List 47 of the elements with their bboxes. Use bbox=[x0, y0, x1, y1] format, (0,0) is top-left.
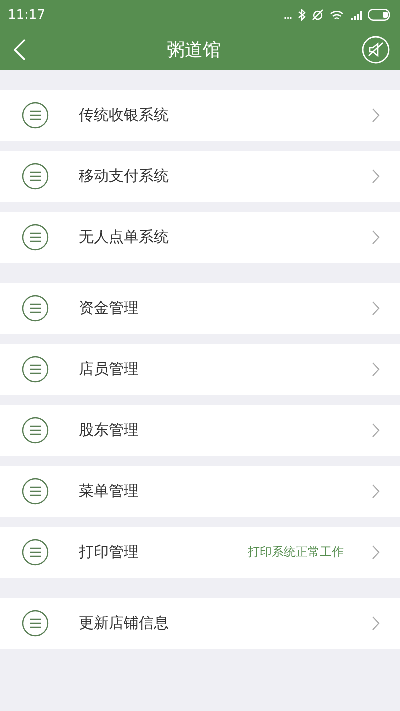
chevron-right-icon bbox=[372, 423, 380, 438]
menu-icon bbox=[22, 163, 49, 190]
menu-icon bbox=[22, 539, 49, 566]
menu-item[interactable]: 无人点单系统 bbox=[0, 212, 400, 263]
chevron-right-icon bbox=[372, 108, 380, 123]
menu-icon bbox=[22, 356, 49, 383]
menu-item[interactable]: 股东管理 bbox=[0, 405, 400, 456]
menu-label: 资金管理 bbox=[79, 299, 140, 318]
menu-label: 无人点单系统 bbox=[79, 228, 170, 247]
page-title: 粥道馆 bbox=[167, 39, 221, 62]
chevron-right-icon bbox=[372, 230, 380, 245]
menu-item[interactable]: 打印管理 打印系统正常工作 bbox=[0, 527, 400, 578]
menu-item[interactable]: 传统收银系统 bbox=[0, 90, 400, 141]
status-time: 11:17 bbox=[8, 8, 46, 22]
menu-label: 股东管理 bbox=[79, 421, 140, 440]
menu-icon bbox=[22, 610, 49, 637]
menu-item[interactable]: 资金管理 bbox=[0, 283, 400, 334]
chevron-right-icon bbox=[372, 545, 380, 560]
signal-icon bbox=[350, 10, 362, 20]
menu-item[interactable]: 菜单管理 bbox=[0, 466, 400, 517]
mute-button[interactable] bbox=[362, 36, 390, 64]
chevron-right-icon bbox=[372, 301, 380, 316]
wifi-icon bbox=[330, 10, 344, 20]
menu-label: 菜单管理 bbox=[79, 482, 140, 501]
menu-item[interactable]: 更新店铺信息 bbox=[0, 598, 400, 649]
menu-icon bbox=[22, 224, 49, 251]
menu-item[interactable]: 店员管理 bbox=[0, 344, 400, 395]
menu-icon bbox=[22, 417, 49, 444]
bluetooth-icon bbox=[298, 9, 306, 21]
chevron-right-icon bbox=[372, 169, 380, 184]
status-text: 打印系统正常工作 bbox=[248, 544, 344, 561]
menu-label: 更新店铺信息 bbox=[79, 614, 170, 633]
battery-icon bbox=[368, 9, 392, 21]
chevron-right-icon bbox=[372, 616, 380, 631]
menu-label: 打印管理 bbox=[79, 543, 140, 562]
menu-label: 店员管理 bbox=[79, 360, 140, 379]
alarm-off-icon bbox=[312, 9, 324, 21]
menu-icon bbox=[22, 478, 49, 505]
menu-icon bbox=[22, 102, 49, 129]
menu-label: 移动支付系统 bbox=[79, 167, 170, 186]
menu-item[interactable]: 移动支付系统 bbox=[0, 151, 400, 202]
menu-label: 传统收银系统 bbox=[79, 106, 170, 125]
chevron-right-icon bbox=[372, 362, 380, 377]
chevron-right-icon bbox=[372, 484, 380, 499]
back-button[interactable] bbox=[14, 39, 26, 61]
status-dots: ... bbox=[284, 8, 292, 22]
menu-icon bbox=[22, 295, 49, 322]
